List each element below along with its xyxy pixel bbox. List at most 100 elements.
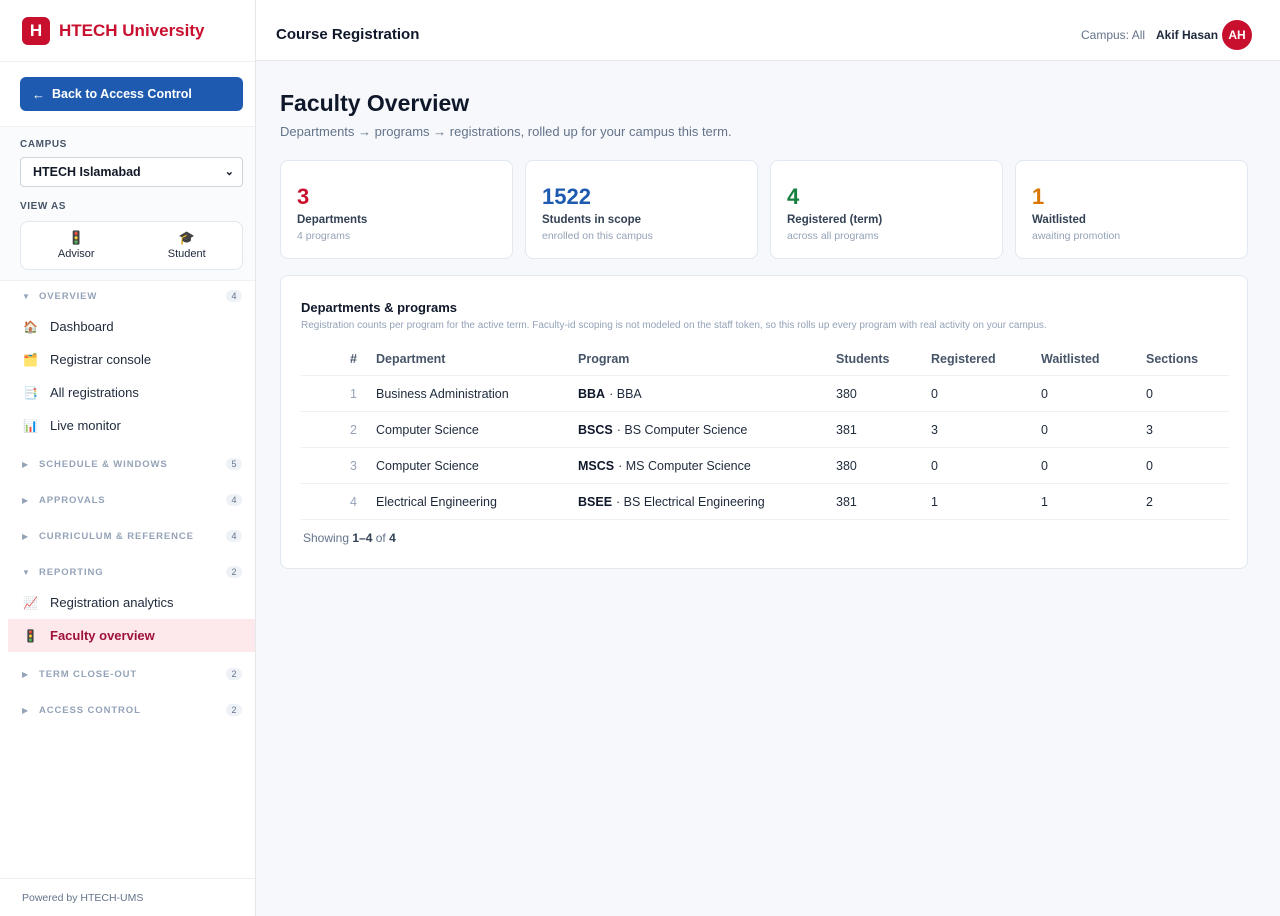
nav-group-count: 2: [226, 566, 242, 578]
top-bar: Course Registration Campus: All Akif Has…: [256, 0, 1280, 61]
program-cell: BSCS · BS Computer Science: [578, 412, 747, 447]
back-to-access-control-button[interactable]: ← Back to Access Control: [20, 77, 243, 111]
sidebar: H HTECH University ← Back to Access Cont…: [0, 0, 256, 916]
department-cell: Computer Science: [376, 458, 479, 473]
caret-down-icon: ▼: [22, 567, 30, 577]
column-header-department[interactable]: Department: [376, 346, 445, 375]
column-header-program[interactable]: Program: [578, 346, 629, 375]
sidebar-item-registration-analytics[interactable]: 📈 Registration analytics: [8, 586, 255, 619]
sections-cell: 3: [1146, 422, 1153, 437]
nav-group-curriculum-reference[interactable]: ▶ CURRICULUM & REFERENCE 4: [0, 526, 255, 546]
stat-value: 1522: [542, 184, 591, 209]
students-cell: 380: [836, 458, 857, 473]
program-cell: BBA · BBA: [578, 376, 642, 411]
column-header-number[interactable]: #: [347, 346, 357, 375]
user-name[interactable]: Akif Hasan: [1156, 28, 1218, 42]
home-icon: 🏠: [23, 319, 38, 334]
stat-label: Waitlisted: [1032, 214, 1086, 226]
campus-scope-label: Campus: All: [1081, 28, 1146, 42]
column-header-registered[interactable]: Registered: [931, 346, 996, 375]
nav-group-approvals[interactable]: ▶ APPROVALS 4: [0, 490, 255, 510]
program-cell: MSCS · MS Computer Science: [578, 448, 751, 483]
view-as-advisor-label: Advisor: [57, 248, 95, 260]
sidebar-item-label: All registrations: [50, 385, 139, 400]
stat-label: Departments: [297, 214, 368, 226]
nav-group-label: OVERVIEW: [39, 290, 98, 302]
nav-group-reporting[interactable]: ▼ REPORTING 2: [0, 562, 255, 582]
nav-group-term-close-out[interactable]: ▶ TERM CLOSE-OUT 2: [0, 664, 255, 684]
stat-label: Students in scope: [542, 214, 642, 226]
program-code: BBA: [578, 386, 606, 401]
sections-cell: 0: [1146, 458, 1153, 473]
sidebar-item-label: Live monitor: [50, 418, 121, 433]
program-name: · BS Computer Science: [616, 422, 748, 437]
nav-group-count: 2: [226, 704, 242, 716]
table-row[interactable]: 2 Computer Science BSCS · BS Computer Sci…: [301, 412, 1229, 448]
view-as-advisor-option[interactable]: 🚦 Advisor: [21, 222, 132, 269]
nav-group-schedule-windows[interactable]: ▶ SCHEDULE & WINDOWS 5: [0, 454, 255, 474]
program-name: · BBA: [609, 386, 642, 401]
programs-table: # Department Program Students Registered…: [301, 346, 1229, 520]
university-logo-icon: H: [22, 16, 50, 45]
nav-group-overview[interactable]: ▼ OVERVIEW 4: [0, 286, 255, 306]
nav-group-label: ACCESS CONTROL: [39, 704, 141, 716]
registered-cell: 3: [931, 422, 938, 437]
table-row[interactable]: 3 Computer Science MSCS · MS Computer Sci…: [301, 448, 1229, 484]
sidebar-item-label: Dashboard: [50, 319, 114, 334]
stat-sublabel: 4 programs: [297, 230, 351, 242]
registered-cell: 1: [931, 494, 938, 509]
chevron-down-icon: ⌄: [224, 166, 234, 178]
sidebar-item-label: Registrar console: [50, 352, 152, 367]
sidebar-item-dashboard[interactable]: 🏠 Dashboard: [8, 310, 255, 343]
waitlisted-cell: 0: [1041, 458, 1048, 473]
campus-select[interactable]: HTECH Islamabad ⌄: [20, 157, 243, 187]
waitlisted-cell: 0: [1041, 422, 1048, 437]
stat-sublabel: awaiting promotion: [1032, 230, 1121, 242]
nav-group-access-control[interactable]: ▶ ACCESS CONTROL 2: [0, 700, 255, 720]
caret-right-icon: ▶: [22, 669, 29, 679]
back-button-label: Back to Access Control: [52, 87, 192, 101]
program-code: MSCS: [578, 458, 615, 473]
stat-card-students: 1522 Students in scope enrolled on this …: [525, 160, 758, 259]
stat-value: 3: [297, 184, 310, 209]
caret-right-icon: ▶: [22, 705, 29, 715]
table-row[interactable]: 1 Business Administration BBA · BBA 380 0…: [301, 376, 1229, 412]
nav-group-label: APPROVALS: [39, 494, 106, 506]
column-header-students[interactable]: Students: [836, 346, 889, 375]
sidebar-item-live-monitor[interactable]: 📊 Live monitor: [8, 409, 255, 442]
stat-sublabel: across all programs: [787, 230, 879, 242]
page-title: Faculty Overview: [280, 90, 470, 116]
nav-group-count: 4: [226, 494, 242, 506]
sections-cell: 0: [1146, 386, 1153, 401]
departments-programs-card: Departments & programs Registration coun…: [280, 275, 1248, 569]
column-header-waitlisted[interactable]: Waitlisted: [1041, 346, 1100, 375]
sidebar-item-faculty-overview[interactable]: 🚦 Faculty overview: [8, 619, 255, 652]
sidebar-item-all-registrations[interactable]: 📑 All registrations: [8, 376, 255, 409]
caret-right-icon: ▶: [22, 459, 29, 469]
waitlisted-cell: 0: [1041, 386, 1048, 401]
table-row[interactable]: 4 Electrical Engineering BSEE · BS Electr…: [301, 484, 1229, 520]
view-as-label: VIEW AS: [20, 201, 67, 212]
registered-cell: 0: [931, 386, 938, 401]
brand-name: HTECH University: [59, 20, 205, 40]
view-as-student-option[interactable]: 🎓 Student: [132, 222, 243, 269]
stat-value: 4: [787, 184, 800, 209]
brand[interactable]: H HTECH University: [0, 0, 255, 62]
folder-icon: 🗂️: [23, 352, 38, 367]
stat-label: Registered (term): [787, 214, 883, 226]
nav-group-count: 5: [226, 458, 242, 470]
card-title: Departments & programs: [301, 300, 458, 315]
avatar[interactable]: AH: [1222, 20, 1252, 50]
program-name: · BS Electrical Engineering: [616, 494, 765, 509]
card-subtitle: Registration counts per program for the …: [301, 320, 1047, 331]
column-header-sections[interactable]: Sections: [1146, 346, 1198, 375]
nav-group-label: TERM CLOSE-OUT: [39, 668, 138, 680]
nav-group-count: 2: [226, 668, 242, 680]
pagination-summary: Showing 1–4 of 4: [303, 531, 396, 545]
sidebar-item-registrar-console[interactable]: 🗂️ Registrar console: [8, 343, 255, 376]
department-cell: Electrical Engineering: [376, 494, 497, 509]
sidebar-item-label: Registration analytics: [50, 595, 174, 610]
view-as-toggle: 🚦 Advisor 🎓 Student: [20, 221, 243, 270]
row-number: 2: [350, 422, 357, 437]
nav-group-label: SCHEDULE & WINDOWS: [39, 458, 168, 470]
